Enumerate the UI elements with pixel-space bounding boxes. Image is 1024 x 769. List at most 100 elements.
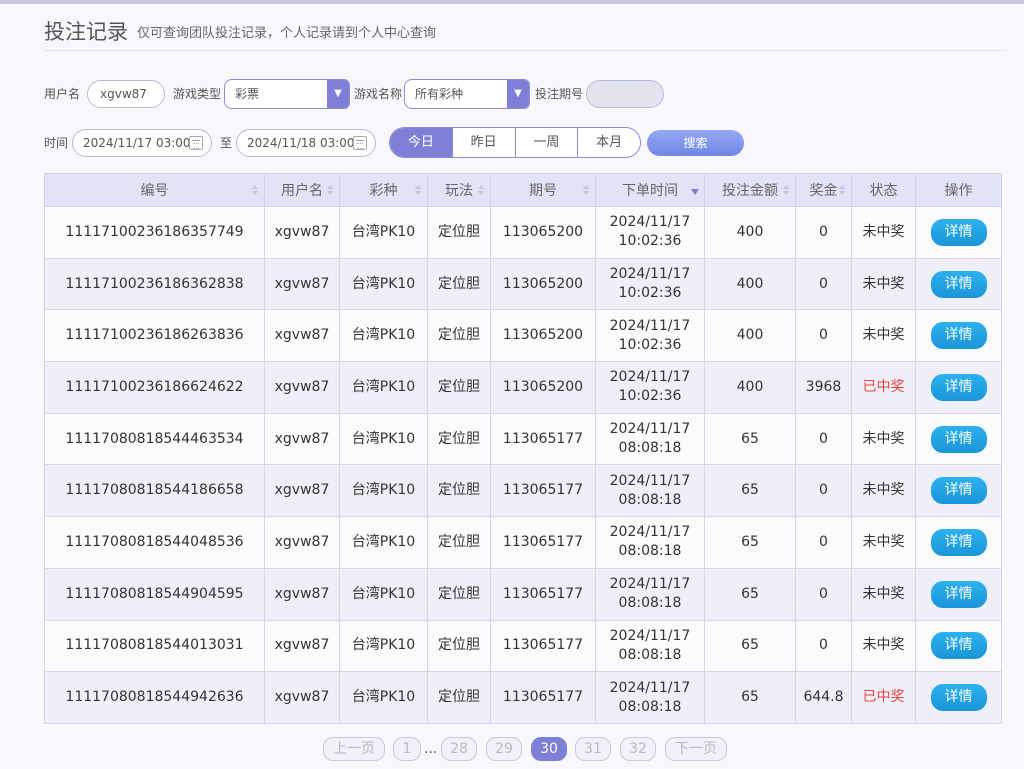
order-date: 2024/11/17 [609,627,691,644]
order-date: 2024/11/17 [609,369,691,386]
search-button[interactable]: 搜索 [647,130,744,156]
amount-cell: 400 [704,206,796,259]
end-time-input[interactable]: 2024/11/18 03:00 [236,129,376,157]
start-time-input[interactable]: 2024/11/17 03:00 [72,129,212,157]
game-name-dropdown-icon[interactable]: ▼ [507,80,529,108]
bet-id-cell: 11117080818544463534 [44,412,265,466]
play-cell: 定位胆 [427,464,491,518]
col-header-user[interactable]: 用户名 [264,173,340,207]
prize-cell: 0 [795,567,852,621]
end-time-value: 2024/11/18 03:00 [247,136,355,150]
play-cell: 定位胆 [427,516,491,569]
order-date: 2024/11/17 [609,421,691,438]
range-month[interactable]: 本月 [577,128,640,157]
issue-cell: 113065177 [490,619,596,673]
amount-cell: 65 [704,619,796,673]
user-cell: xgvw87 [264,309,340,363]
table-row: 11117080818544048536 xgvw87 台湾PK10 定位胆 11306… [44,516,1002,569]
order-time-cell: 2024/11/17 10:02:36 [595,257,705,311]
game-type-select[interactable]: 彩票 ▼ [224,79,350,109]
page-29-button[interactable]: 29 [486,737,522,761]
page-title: 投注记录 [44,20,128,44]
page-1-button[interactable]: 1 [393,737,421,761]
action-cell: 详情 [915,206,1002,259]
col-header-issue[interactable]: 期号 [490,173,596,207]
col-header-play[interactable]: 玩法 [427,173,491,207]
detail-button[interactable]: 详情 [930,218,987,246]
detail-button[interactable]: 详情 [930,322,987,350]
lottery-cell: 台湾PK10 [339,257,428,311]
order-time-cell: 2024/11/17 08:08:18 [595,412,705,466]
calendar-icon[interactable] [189,136,203,150]
page-32-button[interactable]: 32 [620,737,656,761]
bet-id-cell: 11117080818544048536 [44,516,265,569]
calendar-icon[interactable] [353,136,367,150]
order-time-cell: 2024/11/17 10:02:36 [595,309,705,363]
detail-button[interactable]: 详情 [930,373,987,401]
bet-id-cell: 11117100236186357749 [44,206,265,259]
range-today[interactable]: 今日 [390,128,452,157]
play-cell: 定位胆 [427,567,491,621]
prize-cell: 0 [795,412,852,466]
issue-cell: 113065177 [490,671,596,724]
order-date: 2024/11/17 [609,524,691,541]
play-cell: 定位胆 [427,206,491,259]
col-header-prize[interactable]: 奖金 [795,173,852,207]
range-yesterday[interactable]: 昨日 [451,128,515,157]
username-input[interactable]: xgvw87 [87,80,165,108]
detail-button[interactable]: 详情 [930,684,987,712]
game-type-dropdown-icon[interactable]: ▼ [327,80,349,108]
order-time-cell: 2024/11/17 08:08:18 [595,567,705,621]
status-cell: 未中奖 [851,516,916,569]
amount-cell: 65 [704,464,796,518]
issue-label: 投注期号 [535,87,584,101]
col-header-lottery[interactable]: 彩种 [339,173,428,207]
bet-id-cell: 11117080818544013031 [44,619,265,673]
order-date: 2024/11/17 [609,317,691,334]
lottery-cell: 台湾PK10 [339,464,428,518]
play-cell: 定位胆 [427,309,491,363]
amount-cell: 400 [704,361,796,414]
range-week[interactable]: 一周 [514,128,578,157]
detail-button[interactable]: 详情 [930,270,987,298]
prize-cell: 644.8 [795,671,852,724]
prize-cell: 0 [795,464,852,518]
col-header-order-time[interactable]: 下单时间 [595,173,705,207]
prev-page-button[interactable]: 上一页 [323,737,385,761]
status-cell: 已中奖 [851,361,916,414]
detail-button[interactable]: 详情 [930,580,987,608]
page-30-button[interactable]: 30 [531,737,567,761]
bet-id-cell: 11117100236186624622 [44,361,265,414]
action-cell: 详情 [915,567,1002,621]
lottery-cell: 台湾PK10 [339,361,428,414]
order-time: 08:08:18 [618,491,682,508]
amount-cell: 65 [704,567,796,621]
page-31-button[interactable]: 31 [575,737,611,761]
game-name-select[interactable]: 所有彩种 ▼ [404,79,530,109]
issue-input[interactable] [586,80,664,108]
detail-button[interactable]: 详情 [930,477,987,505]
user-cell: xgvw87 [264,361,340,414]
col-header-id[interactable]: 编号 [44,173,265,207]
amount-cell: 65 [704,516,796,569]
detail-button[interactable]: 详情 [930,528,987,556]
bet-id-cell: 11117080818544186658 [44,464,265,518]
next-page-button[interactable]: 下一页 [665,737,727,761]
detail-button[interactable]: 详情 [930,425,987,453]
sort-icon [415,185,421,197]
bet-id-cell: 11117080818544904595 [44,567,265,621]
range-selector: 今日 昨日 一周 本月 [389,127,641,158]
page-28-button[interactable]: 28 [441,737,477,761]
amount-cell: 400 [704,257,796,311]
table-row: 11117100236186624622 xgvw87 台湾PK10 定位胆 11306… [44,361,1002,414]
detail-button[interactable]: 详情 [930,632,987,660]
order-time-cell: 2024/11/17 10:02:36 [595,361,705,414]
status-cell: 未中奖 [851,412,916,466]
action-cell: 详情 [915,619,1002,673]
status-cell: 未中奖 [851,309,916,363]
time-label: 时间 [44,136,69,150]
action-cell: 详情 [915,257,1002,311]
order-time-cell: 2024/11/17 08:08:18 [595,619,705,673]
prize-cell: 0 [795,619,852,673]
col-header-amount[interactable]: 投注金额 [704,173,796,207]
